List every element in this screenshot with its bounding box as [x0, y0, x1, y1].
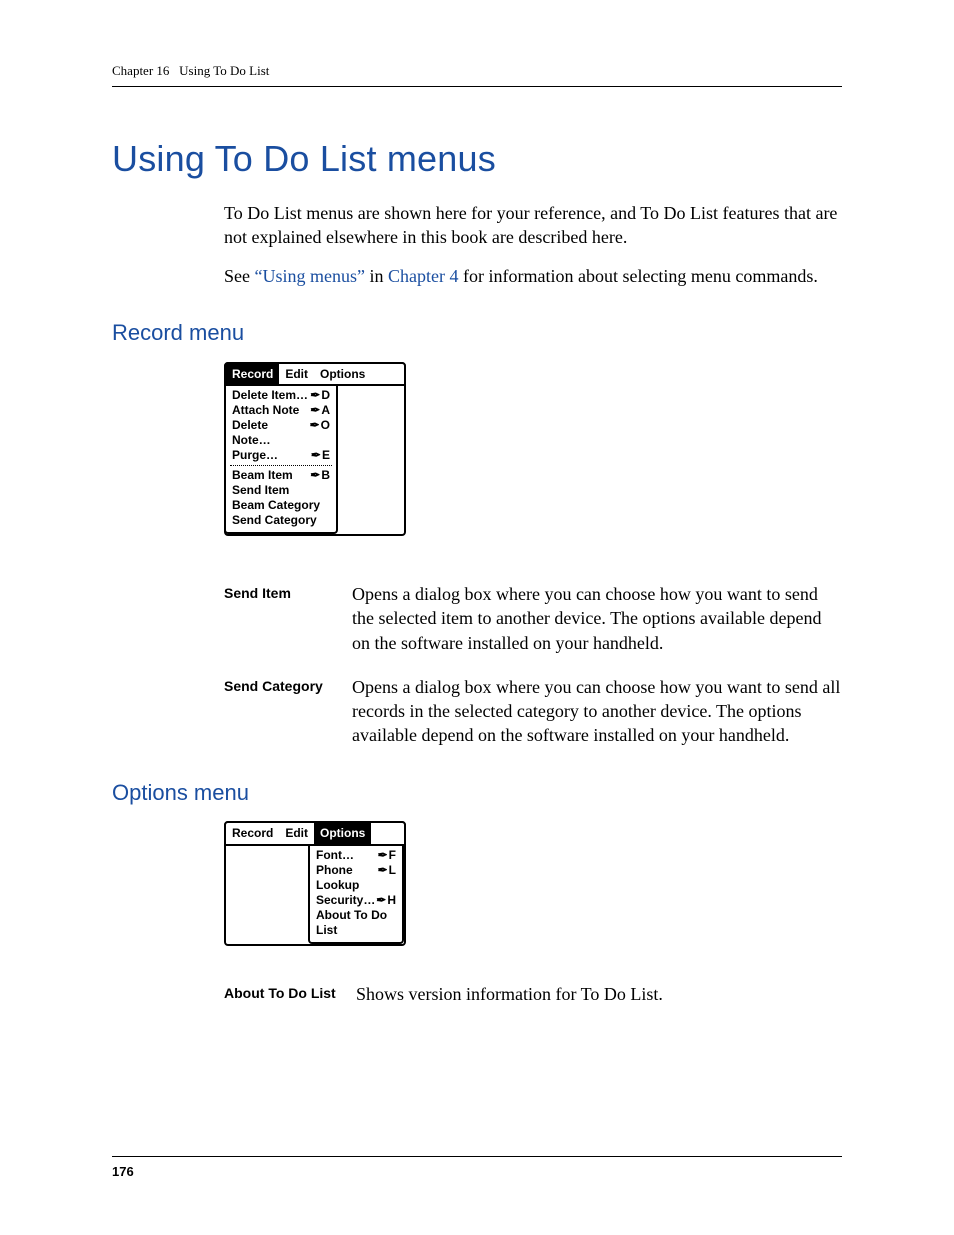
- running-header: Chapter 16 Using To Do List: [112, 62, 842, 80]
- intro-p1: To Do List menus are shown here for your…: [224, 201, 842, 250]
- menu-options: Options: [314, 823, 371, 843]
- page-number: 176: [112, 1163, 842, 1181]
- def-desc: Opens a dialog box where you can choose …: [352, 675, 842, 748]
- chapter-title: Using To Do List: [179, 63, 269, 78]
- def-term: About To Do List: [224, 982, 356, 1006]
- menu-item: About To Do List: [314, 908, 398, 938]
- menu-item: Beam Item✒B: [230, 468, 332, 483]
- page-title: Using To Do List menus: [112, 135, 842, 184]
- menu-edit: Edit: [279, 823, 314, 843]
- menu-record: Record: [226, 823, 279, 843]
- def-term: Send Category: [224, 675, 352, 748]
- definition-row: Send Category Opens a dialog box where y…: [224, 675, 842, 748]
- page-content: Chapter 16 Using To Do List Using To Do …: [112, 62, 842, 1026]
- menu-options: Options: [314, 364, 371, 384]
- text: in: [365, 266, 388, 286]
- menu-separator: [230, 465, 332, 466]
- record-definitions: Send Item Opens a dialog box where you c…: [224, 582, 842, 748]
- menu-bar: Record Edit Options: [224, 821, 406, 845]
- link-chapter-4[interactable]: Chapter 4: [388, 266, 458, 286]
- text: See: [224, 266, 255, 286]
- menu-item: Delete Note…✒O: [230, 418, 332, 448]
- def-term: Send Item: [224, 582, 352, 655]
- menu-item: Purge…✒E: [230, 448, 332, 463]
- menu-item: Font…✒F: [314, 848, 398, 863]
- intro-p2: See “Using menus” in Chapter 4 for infor…: [224, 264, 842, 288]
- link-using-menus[interactable]: “Using menus”: [255, 266, 365, 286]
- menu-item: Security…✒H: [314, 893, 398, 908]
- options-menu-heading: Options menu: [112, 778, 842, 808]
- text: for information about selecting menu com…: [458, 266, 817, 286]
- record-dropdown: Delete Item…✒D Attach Note✒A Delete Note…: [224, 384, 338, 534]
- options-menu-screenshot: Record Edit Options Font…✒F Phone Lookup…: [224, 821, 406, 945]
- menu-item: Delete Item…✒D: [230, 388, 332, 403]
- page-footer: 176: [112, 1150, 842, 1181]
- record-menu-screenshot: Record Edit Options Delete Item…✒D Attac…: [224, 362, 406, 536]
- menu-item: Send Item: [230, 483, 332, 498]
- header-rule: [112, 86, 842, 87]
- menu-edit: Edit: [279, 364, 314, 384]
- menu-item: Beam Category: [230, 498, 332, 513]
- menu-item: Attach Note✒A: [230, 403, 332, 418]
- footer-rule: [112, 1156, 842, 1157]
- menu-item: Send Category: [230, 513, 332, 528]
- definition-row: About To Do List Shows version informati…: [224, 982, 842, 1006]
- menu-bar: Record Edit Options: [224, 362, 406, 386]
- options-dropdown: Font…✒F Phone Lookup✒L Security…✒H About…: [308, 844, 404, 944]
- def-desc: Shows version information for To Do List…: [356, 982, 842, 1006]
- menu-item: Phone Lookup✒L: [314, 863, 398, 893]
- record-menu-heading: Record menu: [112, 318, 842, 348]
- chapter-label: Chapter 16: [112, 63, 169, 78]
- options-definitions: About To Do List Shows version informati…: [224, 982, 842, 1006]
- definition-row: Send Item Opens a dialog box where you c…: [224, 582, 842, 655]
- intro-block: To Do List menus are shown here for your…: [224, 201, 842, 288]
- menu-record: Record: [226, 364, 279, 384]
- def-desc: Opens a dialog box where you can choose …: [352, 582, 842, 655]
